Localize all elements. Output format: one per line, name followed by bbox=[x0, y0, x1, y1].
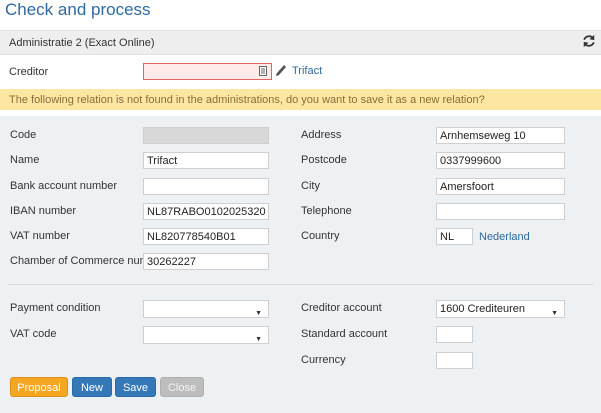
country-name-link[interactable]: Nederland bbox=[479, 231, 530, 243]
proposal-button[interactable]: Proposal bbox=[10, 377, 68, 397]
creditor-account-select[interactable]: 1600 Crediteuren ▼ bbox=[436, 300, 565, 318]
country-label: Country bbox=[301, 230, 340, 242]
code-label: Code bbox=[10, 129, 37, 141]
pencil-icon[interactable] bbox=[275, 64, 287, 78]
lookup-icon[interactable] bbox=[259, 66, 267, 76]
vat-code-select[interactable]: ▼ bbox=[143, 326, 269, 344]
vat-code-label: VAT code bbox=[10, 328, 57, 340]
new-button[interactable]: New bbox=[72, 377, 112, 397]
section-divider bbox=[8, 284, 594, 285]
caret-down-icon: ▼ bbox=[255, 336, 262, 343]
creditor-link[interactable]: Trifact bbox=[292, 65, 322, 77]
vat-number-label: VAT number bbox=[10, 230, 70, 242]
administration-label: Administratie 2 (Exact Online) bbox=[9, 37, 155, 49]
caret-down-icon: ▼ bbox=[551, 310, 558, 317]
postcode-input[interactable]: 0337999600 bbox=[436, 152, 565, 169]
country-input[interactable]: NL bbox=[436, 228, 473, 245]
telephone-label: Telephone bbox=[301, 205, 352, 217]
creditor-account-value: 1600 Crediteuren bbox=[440, 303, 526, 315]
payment-condition-label: Payment condition bbox=[10, 302, 101, 314]
code-input bbox=[143, 127, 269, 144]
address-label: Address bbox=[301, 129, 342, 141]
name-input[interactable]: Trifact bbox=[143, 152, 269, 169]
city-input[interactable]: Amersfoort bbox=[436, 178, 565, 195]
bank-account-label: Bank account number bbox=[10, 180, 118, 192]
close-button[interactable]: Close bbox=[160, 377, 204, 397]
chamber-of-commerce-label: Chamber of Commerce numb bbox=[10, 255, 155, 267]
standard-account-label: Standard account bbox=[301, 328, 388, 340]
currency-label: Currency bbox=[301, 354, 346, 366]
iban-label: IBAN number bbox=[10, 205, 77, 217]
bank-account-input[interactable] bbox=[143, 178, 269, 195]
warning-text: The following relation is not found in t… bbox=[9, 94, 485, 106]
caret-down-icon: ▼ bbox=[255, 310, 262, 317]
iban-input[interactable]: NL87RABO0102025320 bbox=[143, 203, 269, 220]
standard-account-input[interactable] bbox=[436, 326, 473, 343]
creditor-account-label: Creditor account bbox=[301, 302, 382, 314]
address-input[interactable]: Arnhemseweg 10 bbox=[436, 127, 565, 144]
city-label: City bbox=[301, 180, 320, 192]
creditor-input[interactable] bbox=[143, 63, 272, 80]
telephone-input[interactable] bbox=[436, 203, 565, 220]
payment-condition-select[interactable]: ▼ bbox=[143, 300, 269, 318]
creditor-label: Creditor bbox=[9, 66, 49, 78]
name-label: Name bbox=[10, 154, 40, 166]
save-button[interactable]: Save bbox=[115, 377, 156, 397]
vat-number-input[interactable]: NL820778540B01 bbox=[143, 228, 269, 245]
currency-input[interactable] bbox=[436, 352, 473, 369]
postcode-label: Postcode bbox=[301, 154, 347, 166]
chamber-of-commerce-input[interactable]: 30262227 bbox=[143, 253, 269, 270]
page-title: Check and process bbox=[5, 0, 151, 19]
refresh-icon[interactable] bbox=[582, 34, 596, 48]
